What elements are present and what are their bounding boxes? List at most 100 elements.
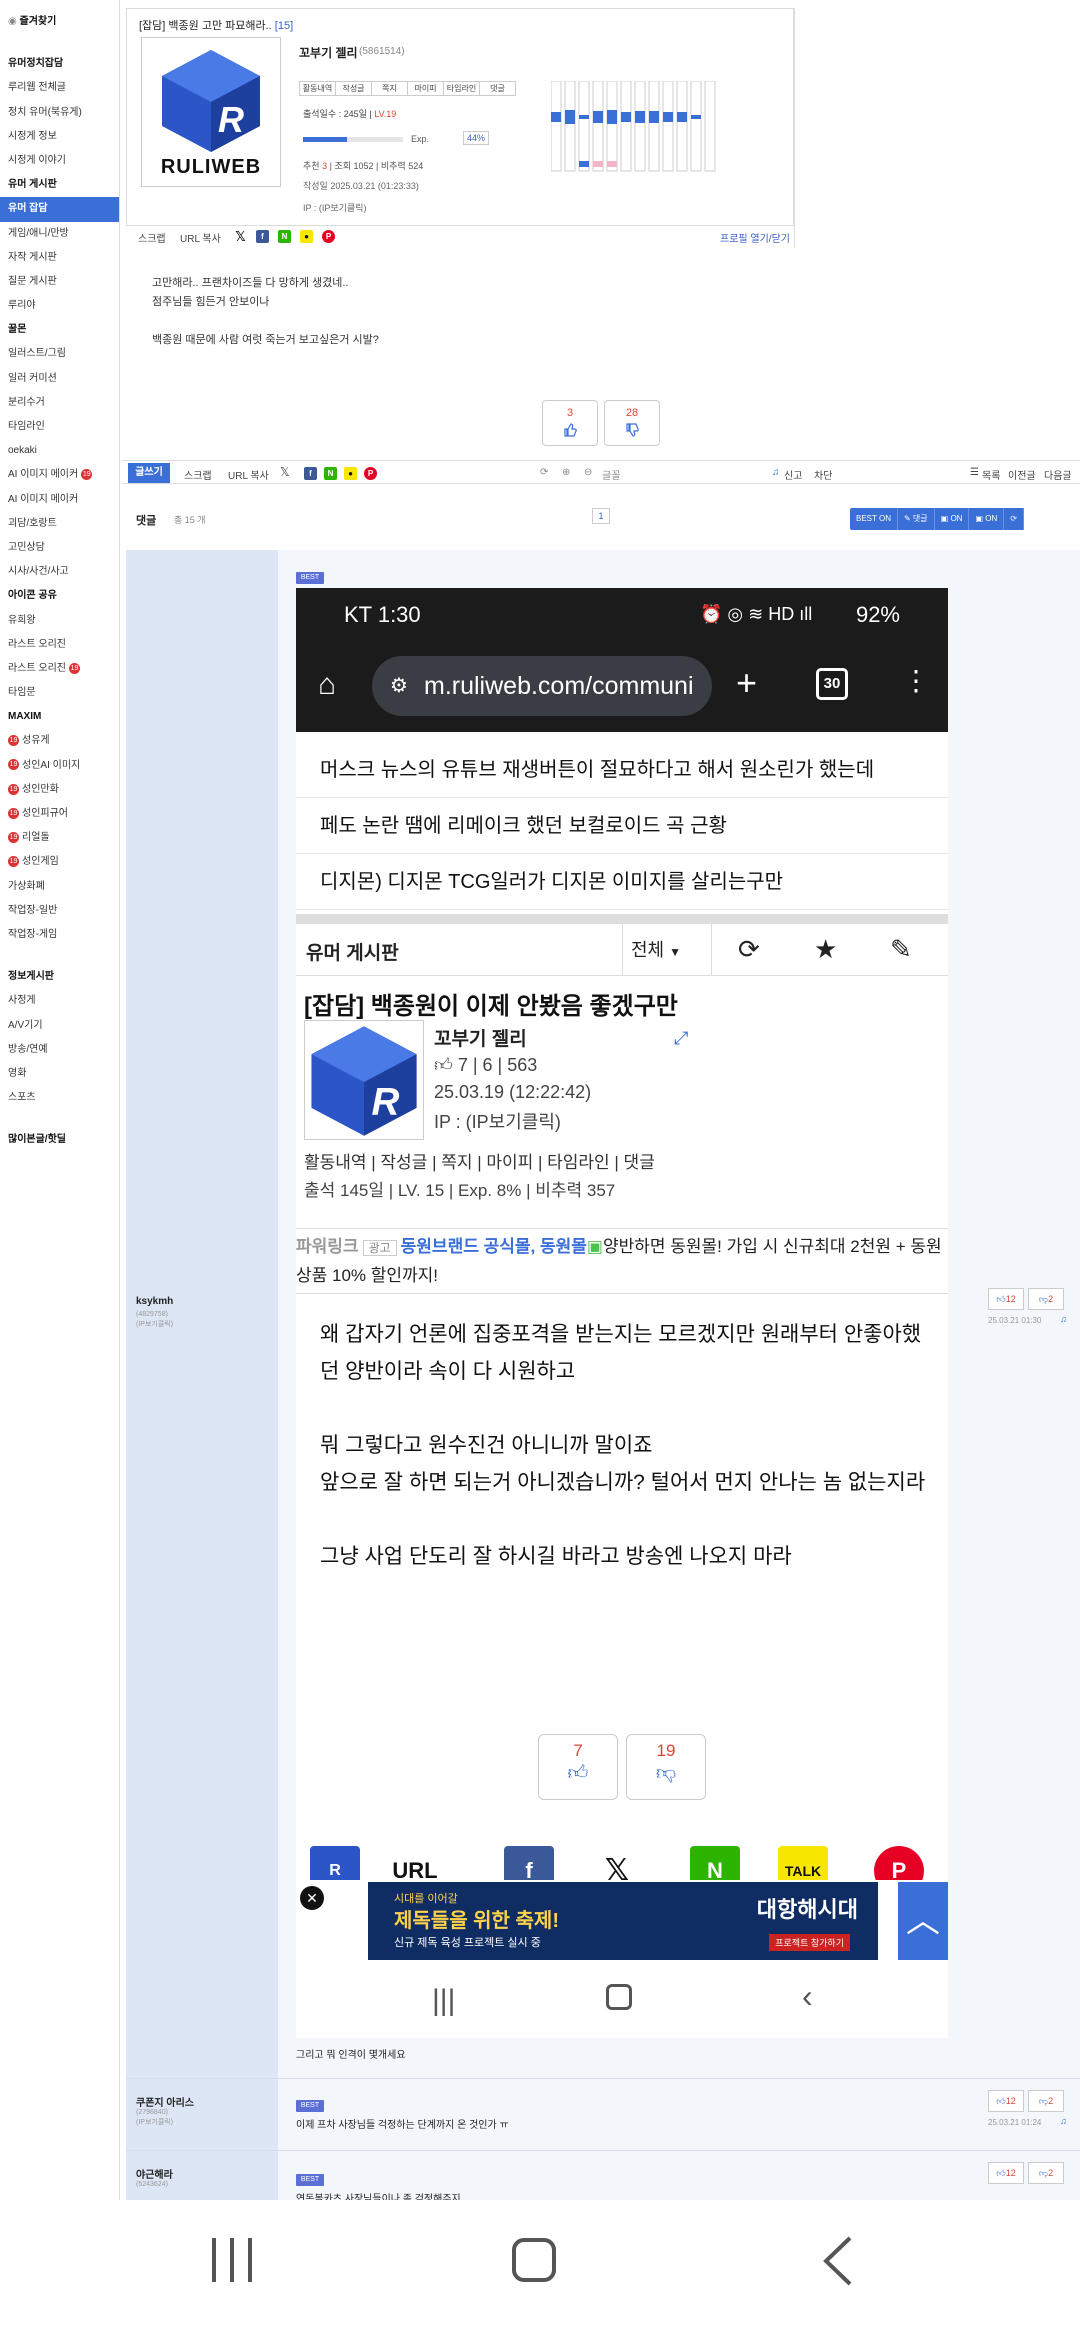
sidebar-item-g3-5[interactable]: 스포츠 bbox=[0, 1086, 119, 1110]
ruliweb-share-icon[interactable]: R bbox=[310, 1846, 360, 1880]
sidebar-item-g1-1[interactable]: 루리웹 전체글 bbox=[0, 76, 119, 100]
comment-option-pill[interactable]: BEST ON bbox=[850, 508, 898, 530]
article-upvote-button[interactable]: 7 👍︎ bbox=[538, 1734, 618, 1800]
pinterest-share-icon[interactable]: P bbox=[322, 230, 335, 243]
sidebar-item-g2-9[interactable]: 고민상담 bbox=[0, 536, 119, 560]
comment-option-pill[interactable]: ▣ ON bbox=[935, 508, 970, 530]
comment-author[interactable]: 쿠폰지 아리스 bbox=[136, 2094, 194, 2109]
write-button[interactable]: 글쓰기 bbox=[128, 463, 170, 483]
sidebar-item-g2-16[interactable]: MAXIM bbox=[0, 705, 119, 729]
comment-author-ip[interactable]: (IP보기클릭) bbox=[136, 2118, 173, 2128]
kakao-share-icon[interactable]: ● bbox=[300, 230, 313, 243]
expand-icon[interactable]: ⤢ bbox=[674, 1028, 688, 1049]
list-button[interactable]: 목록 bbox=[982, 467, 1000, 482]
article-author-links[interactable]: 활동내역 | 작성글 | 쪽지 | 마이피 | 타임라인 | 댓글 bbox=[304, 1148, 655, 1173]
sidebar-item-g2-2[interactable]: 일러 커미션 bbox=[0, 367, 119, 391]
sidebar-item-g2-18[interactable]: 19 성인AI 이미지 bbox=[0, 754, 119, 778]
sidebar-item-g3-3[interactable]: 방송/연예 bbox=[0, 1038, 119, 1062]
kakao-share-icon[interactable]: TALK bbox=[778, 1846, 828, 1880]
url-copy-button[interactable]: URL 복사 bbox=[180, 230, 221, 245]
sidebar-item-g1-7[interactable]: 게임/애니/만방 bbox=[0, 222, 119, 246]
refresh-icon[interactable]: ⟳ bbox=[738, 934, 760, 965]
author-name[interactable]: 꼬부기 젤리 bbox=[299, 44, 358, 61]
facebook-share-icon[interactable]: f bbox=[504, 1846, 554, 1880]
profile-tab[interactable]: 타임라인 bbox=[443, 81, 480, 96]
more-menu-icon[interactable]: ⋮ bbox=[902, 664, 930, 697]
post-upvote-button[interactable]: 3 bbox=[542, 400, 598, 446]
article-ip[interactable]: IP : (IP보기클릭) bbox=[434, 1108, 561, 1134]
comment-dislike-button[interactable]: 👎︎2 bbox=[1028, 2162, 1064, 2184]
zoom-in-icon[interactable]: ⊕ bbox=[562, 467, 570, 478]
profile-toggle-link[interactable]: 프로필 열기/닫기 bbox=[720, 230, 790, 245]
x-share-icon[interactable]: 𝕏 bbox=[280, 465, 290, 479]
sidebar-item-g1-0[interactable]: 유머정치잡담 bbox=[0, 52, 119, 76]
sidebar-item-g2-0[interactable]: 꿀몬 bbox=[0, 318, 119, 342]
sidebar-item-g1-2[interactable]: 정치 유머(북유게) bbox=[0, 101, 119, 125]
pinterest-share-icon[interactable]: P bbox=[874, 1846, 924, 1880]
sidebar-favorites[interactable]: ◉ 즐겨찾기 bbox=[0, 10, 119, 34]
post-ip[interactable]: IP : (IP보기클릭) bbox=[303, 201, 366, 214]
comment-author[interactable]: 야근해라 bbox=[136, 2166, 173, 2181]
sidebar-item-g2-25[interactable]: 작업장-게임 bbox=[0, 923, 119, 947]
sidebar-item-g2-20[interactable]: 19 성인피규어 bbox=[0, 802, 119, 826]
sidebar-item-g3-4[interactable]: 영화 bbox=[0, 1062, 119, 1086]
naver-share-icon[interactable]: N bbox=[324, 467, 337, 480]
sidebar-item-g2-1[interactable]: 일러스트/그림 bbox=[0, 342, 119, 366]
profile-tab[interactable]: 작성글 bbox=[335, 81, 372, 96]
sidebar-item-g3-0[interactable]: 정보게시판 bbox=[0, 965, 119, 989]
sidebar-item-g2-22[interactable]: 19 성인게임 bbox=[0, 850, 119, 874]
close-ad-icon[interactable]: ✕ bbox=[300, 1886, 324, 1910]
game-ad-banner[interactable]: 시대를 이어갈 제독들을 위한 축제! 신규 제독 육성 프로젝트 실시 중 대… bbox=[368, 1882, 878, 1960]
sidebar-item-g2-4[interactable]: 타임라인 bbox=[0, 415, 119, 439]
sidebar-item-g1-8[interactable]: 자작 게시판 bbox=[0, 246, 119, 270]
news-item[interactable]: 디지몬) 디지몬 TCG일러가 디지몬 이미지를 살리는구만 bbox=[296, 854, 948, 910]
sidebar-item-g2-5[interactable]: oekaki bbox=[0, 439, 119, 463]
sidebar-item-g1-4[interactable]: 시정게 이야기 bbox=[0, 149, 119, 173]
comment-option-pill[interactable]: ⟳ bbox=[1004, 508, 1024, 530]
prev-post-button[interactable]: 이전글 bbox=[1008, 467, 1036, 482]
comment-like-button[interactable]: 👍︎12 bbox=[988, 2090, 1024, 2112]
facebook-share-icon[interactable]: f bbox=[256, 230, 269, 243]
sidebar-item-g2-19[interactable]: 19 성인만화 bbox=[0, 778, 119, 802]
toolbar-url-copy-button[interactable]: URL 복사 bbox=[228, 467, 269, 482]
powerlink-ad[interactable]: 파워링크 광고 동원브랜드 공식몰, 동원몰▣양반하면 동원몰! 가입 시 신규최대… bbox=[296, 1228, 948, 1294]
star-icon[interactable]: ★ bbox=[814, 934, 837, 965]
kakao-share-icon[interactable]: ● bbox=[344, 467, 357, 480]
report-button[interactable]: 신고 bbox=[784, 467, 802, 482]
profile-tab[interactable]: 마이피 bbox=[407, 81, 444, 96]
back-icon[interactable]: ‹ bbox=[802, 1978, 813, 2015]
back-icon[interactable] bbox=[820, 2236, 854, 2286]
next-post-button[interactable]: 다음글 bbox=[1044, 467, 1072, 482]
recent-apps-icon[interactable] bbox=[210, 2238, 254, 2282]
naver-share-icon[interactable]: N bbox=[690, 1846, 740, 1880]
comment-author-ip[interactable]: (IP보기클릭) bbox=[136, 1320, 173, 1330]
sidebar-item-g2-14[interactable]: 라스트 오리진 19 bbox=[0, 657, 119, 681]
profile-tab[interactable]: 활동내역 bbox=[299, 81, 336, 96]
toolbar-scrap-button[interactable]: 스크랩 bbox=[184, 467, 212, 482]
sidebar-item-g3-2[interactable]: A/V기기 bbox=[0, 1014, 119, 1038]
sidebar-item-g1-3[interactable]: 시정게 정보 bbox=[0, 125, 119, 149]
sidebar-item-g2-12[interactable]: 유희왕 bbox=[0, 609, 119, 633]
font-button[interactable]: 글꼴 bbox=[602, 467, 620, 482]
news-item[interactable]: 페도 논란 땜에 리메이크 했던 보컬로이드 곡 근황 bbox=[296, 798, 948, 854]
comment-dislike-button[interactable]: 👎︎2 bbox=[1028, 2090, 1064, 2112]
zoom-out-icon[interactable]: ⊖ bbox=[584, 467, 592, 478]
sidebar-item-g2-8[interactable]: 괴담/호랑트 bbox=[0, 512, 119, 536]
news-item[interactable]: 머스크 뉴스의 유튜브 재생버튼이 절묘하다고 해서 원소린가 했는데 bbox=[296, 742, 948, 798]
sidebar-item-g1-5[interactable]: 유머 게시판 bbox=[0, 173, 119, 197]
board-filter-select[interactable]: 전체 ▼ bbox=[622, 924, 712, 976]
facebook-share-icon[interactable]: f bbox=[304, 467, 317, 480]
comment-like-button[interactable]: 👍︎12 bbox=[988, 2162, 1024, 2184]
alarm-icon[interactable]: ♫ bbox=[1060, 2116, 1067, 2126]
author-avatar[interactable]: R RULIWEB bbox=[141, 37, 281, 187]
recent-apps-icon[interactable]: ||| bbox=[432, 1984, 455, 2018]
comment-option-pill[interactable]: ✎ 댓글 bbox=[898, 508, 935, 530]
sidebar-item-g2-24[interactable]: 작업장-일반 bbox=[0, 899, 119, 923]
post-downvote-button[interactable]: 28 bbox=[604, 400, 660, 446]
comment-like-button[interactable]: 👍︎12 bbox=[988, 1288, 1024, 1310]
x-share-icon[interactable]: 𝕏 bbox=[234, 230, 247, 243]
sidebar-item-g4-0[interactable]: 많이본글/핫딜 bbox=[0, 1128, 119, 1152]
comment-author[interactable]: ksykmh bbox=[136, 1296, 173, 1307]
sidebar-item-g1-6[interactable]: 유머 잡담 bbox=[0, 197, 119, 222]
refresh-icon[interactable]: ⟳ bbox=[540, 467, 548, 478]
